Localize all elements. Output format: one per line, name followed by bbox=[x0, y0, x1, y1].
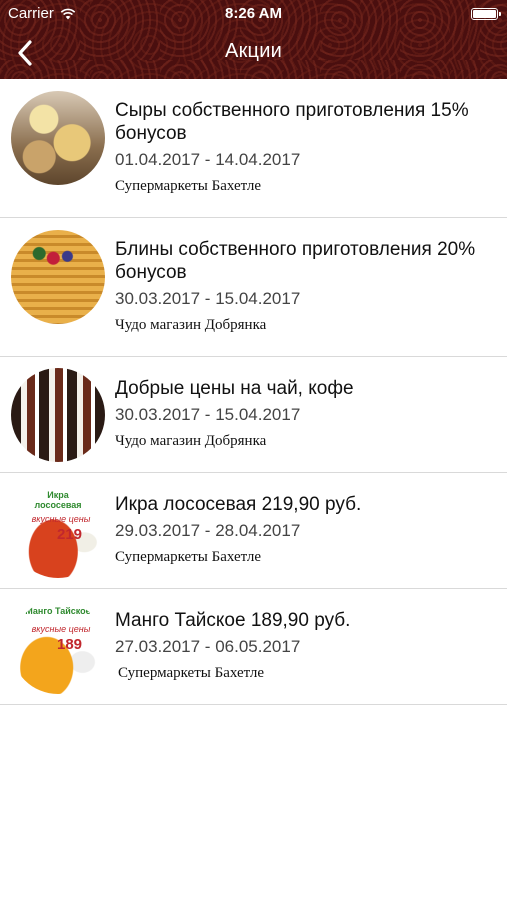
promotion-item[interactable]: Икра лососевая вкусные цены 219 Икра лос… bbox=[0, 473, 507, 589]
promotion-item[interactable]: Сыры собственного приготовления 15% бону… bbox=[0, 79, 507, 218]
promotion-text: Икра лососевая 219,90 руб. 29.03.2017 - … bbox=[115, 493, 497, 566]
image-product-name: Икра лососевая bbox=[34, 490, 82, 510]
tea-coffee-image bbox=[11, 368, 105, 462]
caviar-image: Икра лососевая вкусные цены 219 bbox=[11, 484, 105, 578]
app-header: Carrier 8:26 AM Акции bbox=[0, 0, 507, 79]
promotion-dates: 30.03.2017 - 15.04.2017 bbox=[115, 405, 301, 424]
promotion-title: Добрые цены на чай, кофе bbox=[115, 378, 354, 399]
status-time: 8:26 AM bbox=[225, 5, 282, 22]
status-bar: Carrier 8:26 AM bbox=[0, 0, 507, 28]
promotion-store: Супермаркеты Бахетле bbox=[115, 549, 261, 565]
promotion-title: Икра лососевая 219,90 руб. bbox=[115, 494, 362, 515]
image-tagline: вкусные цены bbox=[31, 514, 91, 524]
promotion-store: Супермаркеты Бахетле bbox=[115, 178, 261, 194]
image-product-name: Манго Тайское bbox=[25, 606, 91, 616]
promotion-store: Чудо магазин Добрянка bbox=[115, 317, 267, 333]
pancakes-image bbox=[11, 230, 105, 324]
promotion-title: Сыры собственного приготовления 15% бону… bbox=[115, 100, 469, 144]
page-title: Акции bbox=[225, 40, 282, 62]
promotion-dates: 29.03.2017 - 28.04.2017 bbox=[115, 521, 301, 540]
navigation-bar: Акции bbox=[0, 28, 507, 79]
battery-level bbox=[473, 10, 496, 18]
promotion-dates: 01.04.2017 - 14.04.2017 bbox=[115, 150, 301, 169]
promotion-text: Блины собственного приготовления 20% бон… bbox=[115, 238, 497, 334]
promotion-item[interactable]: Добрые цены на чай, кофе 30.03.2017 - 15… bbox=[0, 357, 507, 473]
image-price: 219 bbox=[57, 526, 83, 543]
promotion-dates: 30.03.2017 - 15.04.2017 bbox=[115, 289, 301, 308]
promotion-text: Манго Тайское 189,90 руб. 27.03.2017 - 0… bbox=[115, 609, 497, 682]
promotion-store: Супермаркеты Бахетле bbox=[118, 665, 264, 681]
promotion-title: Блины собственного приготовления 20% бон… bbox=[115, 239, 476, 283]
promotion-title: Манго Тайское 189,90 руб. bbox=[115, 610, 351, 631]
promotions-list: Сыры собственного приготовления 15% бону… bbox=[0, 79, 507, 705]
promotion-item[interactable]: Манго Тайское вкусные цены 189 Манго Тай… bbox=[0, 589, 507, 705]
promotion-text: Сыры собственного приготовления 15% бону… bbox=[115, 99, 497, 195]
battery-icon bbox=[471, 8, 501, 20]
cheese-image bbox=[11, 91, 105, 185]
promotion-dates: 27.03.2017 - 06.05.2017 bbox=[115, 637, 301, 656]
mango-image: Манго Тайское вкусные цены 189 bbox=[11, 600, 105, 694]
promotion-text: Добрые цены на чай, кофе 30.03.2017 - 15… bbox=[115, 377, 497, 450]
promotion-item[interactable]: Блины собственного приготовления 20% бон… bbox=[0, 218, 507, 357]
promotion-store: Чудо магазин Добрянка bbox=[115, 433, 267, 449]
image-price: 189 bbox=[57, 636, 83, 653]
image-tagline: вкусные цены bbox=[31, 624, 91, 634]
